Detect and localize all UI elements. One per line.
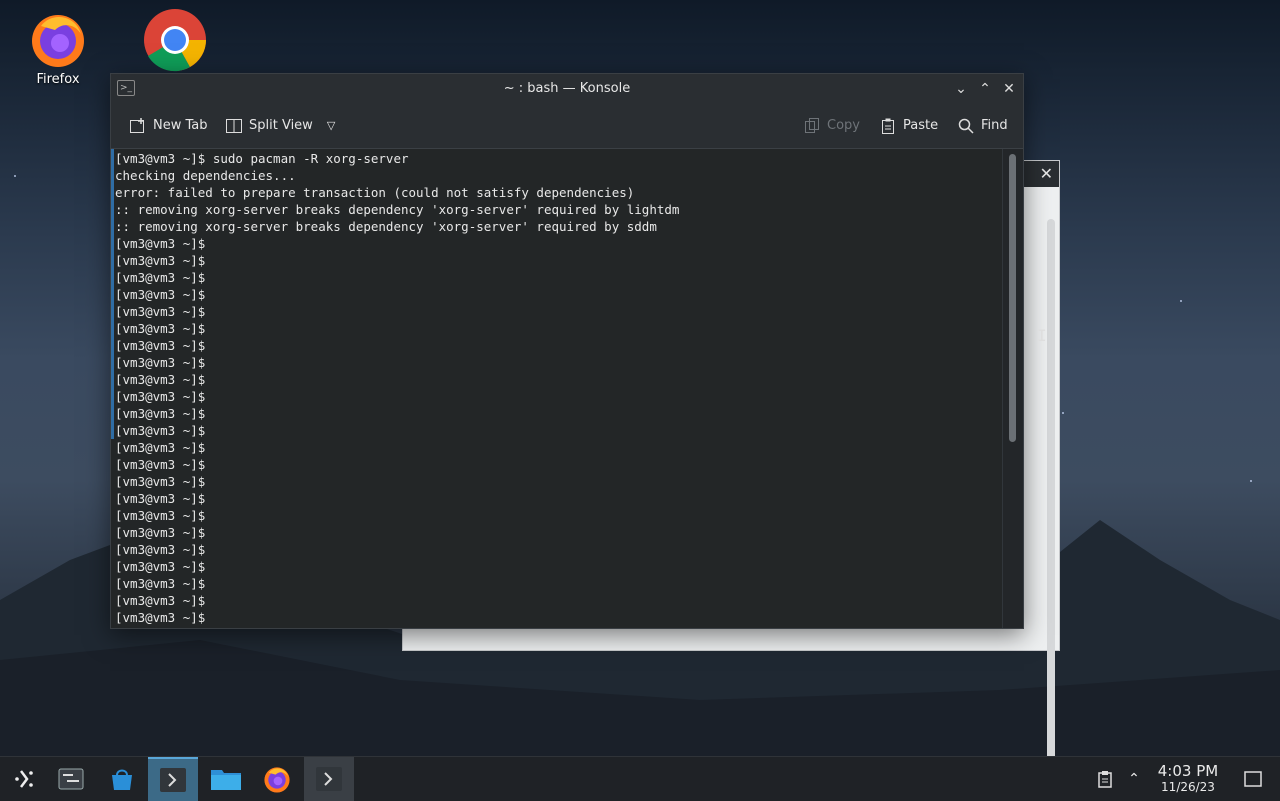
terminal-line: [vm3@vm3 ~]$ — [115, 372, 206, 387]
file-manager-icon — [211, 770, 241, 790]
find-label: Find — [981, 118, 1008, 133]
mouse-cursor-ibeam: I — [1037, 326, 1047, 345]
discover-store-button[interactable] — [97, 757, 147, 801]
star — [1180, 300, 1182, 302]
paste-button[interactable]: Paste — [879, 114, 938, 138]
star — [14, 175, 16, 177]
split-view-icon — [226, 119, 242, 133]
terminal-line: [vm3@vm3 ~]$ — [115, 440, 206, 455]
chevron-down-icon[interactable]: ▽ — [327, 114, 335, 138]
new-tab-button[interactable]: New Tab — [129, 114, 208, 138]
chevron-up-icon: ⌃ — [1128, 771, 1140, 787]
show-hidden-icons-button[interactable]: ⌃ — [1124, 757, 1144, 801]
terminal-line: [vm3@vm3 ~]$ — [115, 508, 206, 523]
clipboard-icon — [1098, 771, 1112, 788]
scrollbar[interactable] — [1047, 219, 1055, 801]
terminal-line: [vm3@vm3 ~]$ — [115, 423, 206, 438]
terminal-marker — [111, 149, 114, 439]
minimize-icon[interactable]: ⌄ — [951, 79, 971, 99]
terminal-line: checking dependencies... — [115, 168, 296, 183]
terminal-line: [vm3@vm3 ~]$ — [115, 236, 206, 251]
terminal-line: [vm3@vm3 ~]$ — [115, 270, 206, 285]
firefox-icon — [264, 767, 290, 793]
desktop-icon-firefox[interactable]: Firefox — [18, 2, 98, 87]
terminal-line: [vm3@vm3 ~]$ — [115, 542, 206, 557]
close-icon[interactable]: ✕ — [1040, 165, 1053, 183]
application-launcher-button[interactable] — [0, 757, 50, 801]
find-button[interactable]: Find — [957, 114, 1008, 138]
taskbar: ⌃ 4:03 PM 11/26/23 — [0, 756, 1280, 801]
copy-label: Copy — [827, 118, 860, 133]
paste-label: Paste — [903, 118, 939, 133]
maximize-icon[interactable]: ⌃ — [975, 79, 995, 99]
overview-icon — [58, 768, 84, 790]
terminal-line: [vm3@vm3 ~]$ — [115, 321, 206, 336]
terminal-line: [vm3@vm3 ~]$ — [115, 287, 206, 302]
terminal-line: error: failed to prepare transaction (co… — [115, 185, 635, 200]
desktop-icon-label: Firefox — [36, 72, 80, 87]
terminal-output[interactable]: [vm3@vm3 ~]$ sudo pacman -R xorg-server c… — [111, 149, 1003, 628]
konsole-icon — [160, 768, 186, 792]
paste-icon — [882, 118, 894, 134]
terminal-line: [vm3@vm3 ~]$ — [115, 576, 206, 591]
taskbar-konsole[interactable] — [304, 757, 354, 801]
close-icon[interactable]: ✕ — [999, 79, 1019, 99]
window-titlebar[interactable]: >_ ~ : bash — Konsole ⌄ ⌃ ✕ — [111, 74, 1023, 104]
scrollbar-thumb[interactable] — [1009, 154, 1016, 442]
application-launcher-icon — [15, 770, 33, 788]
clock-date: 11/26/23 — [1161, 780, 1215, 794]
terminal-line: [vm3@vm3 ~]$ sudo pacman -R xorg-server — [115, 151, 409, 166]
terminal-line: [vm3@vm3 ~]$ — [115, 355, 206, 370]
terminal-line: :: removing xorg-server breaks dependenc… — [115, 202, 680, 217]
star — [1250, 480, 1252, 482]
show-desktop-button[interactable] — [1242, 757, 1264, 801]
terminal-line: :: removing xorg-server breaks dependenc… — [115, 219, 657, 234]
split-view-button[interactable]: Split View ▽ — [225, 114, 335, 138]
search-icon — [958, 118, 974, 134]
taskbar-firefox[interactable] — [252, 757, 302, 801]
desktop-icon-chrome[interactable] — [134, 2, 214, 72]
terminal-line: [vm3@vm3 ~]$ — [115, 457, 206, 472]
copy-icon — [805, 118, 819, 133]
terminal-line: [vm3@vm3 ~]$ — [115, 253, 206, 268]
terminal-line: [vm3@vm3 ~]$ — [115, 304, 206, 319]
terminal-line: [vm3@vm3 ~]$ — [115, 525, 206, 540]
clock-time: 4:03 PM — [1157, 762, 1219, 780]
star — [1062, 412, 1064, 414]
taskbar-konsole-active[interactable] — [148, 757, 198, 801]
terminal-line: [vm3@vm3 ~]$ — [115, 474, 206, 489]
terminal-line: [vm3@vm3 ~]$ — [115, 610, 206, 625]
overview-button[interactable] — [46, 757, 96, 801]
terminal-line: [vm3@vm3 ~]$ — [115, 491, 206, 506]
copy-button[interactable]: Copy — [803, 114, 860, 138]
chrome-icon — [143, 8, 206, 72]
clipboard-tray-button[interactable] — [1094, 757, 1116, 801]
discover-store-icon — [112, 769, 132, 790]
terminal-line: [vm3@vm3 ~]$ — [115, 593, 206, 608]
terminal-line: [vm3@vm3 ~]$ — [115, 389, 206, 404]
firefox-icon — [27, 8, 89, 70]
terminal-line: [vm3@vm3 ~]$ — [115, 406, 206, 421]
konsole-window[interactable]: >_ ~ : bash — Konsole ⌄ ⌃ ✕ New Tab Spli… — [110, 73, 1024, 629]
konsole-icon — [316, 767, 342, 791]
split-view-label: Split View — [249, 118, 313, 133]
konsole-toolbar: New Tab Split View ▽ Copy Paste Find — [111, 104, 1023, 149]
new-tab-label: New Tab — [153, 118, 208, 133]
new-tab-icon — [130, 118, 144, 133]
window-title: ~ : bash — Konsole — [503, 81, 631, 96]
terminal-line: [vm3@vm3 ~]$ — [115, 559, 206, 574]
clock[interactable]: 4:03 PM 11/26/23 — [1152, 762, 1224, 795]
terminal-scrollbar[interactable] — [1002, 149, 1023, 628]
show-desktop-icon — [1244, 771, 1262, 787]
terminal-line: [vm3@vm3 ~]$ — [115, 338, 206, 353]
taskbar-file-manager[interactable] — [201, 757, 251, 801]
